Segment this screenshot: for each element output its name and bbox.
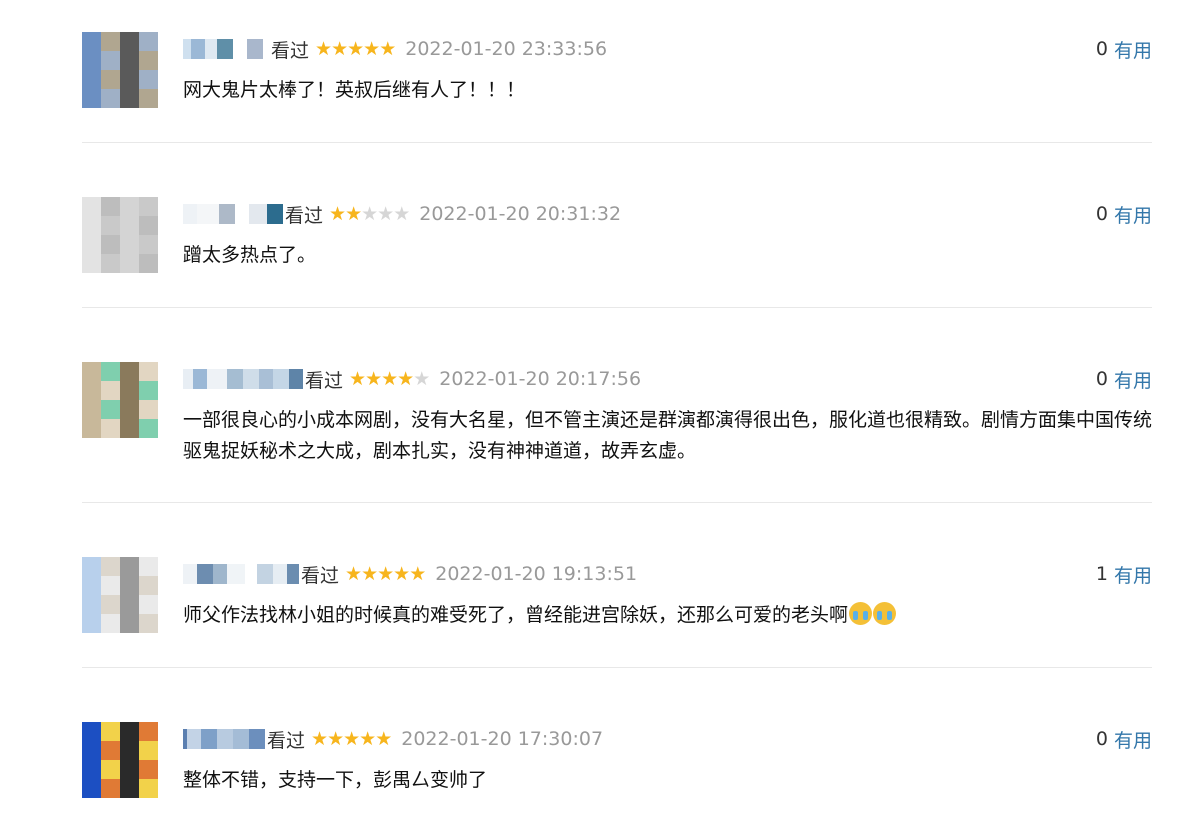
star-filled-icon: ★ [311,727,328,750]
comment-text: 师父作法找林小姐的时候真的难受死了，曾经能进宫除妖，还那么可爱的老头啊 [183,604,849,626]
loudly-crying-emoji-icon [873,602,897,625]
comment-item: 看过 ★ ★ ★ ★ ★ 2022-01-20 20:17:56 0 有用 一部很良心的… [82,362,1152,502]
divider [82,667,1152,668]
star-empty-icon: ★ [361,202,378,225]
comment-text: 一部很良心的小成本网剧，没有大名星，但不管主演还是群演都演得很出色，服化道也很精… [183,409,1153,462]
comment-item: 看过 ★ ★ ★ ★ ★ 2022-01-20 17:30:07 0 有用 整体不错，支… [82,722,1152,822]
star-filled-icon: ★ [393,562,410,585]
star-filled-icon: ★ [329,202,346,225]
star-filled-icon: ★ [361,562,378,585]
divider [82,502,1152,503]
rating-stars: ★ ★ ★ ★ ★ [329,202,410,225]
comment-meta: 看过 ★ ★ ★ ★ ★ 2022-01-20 23:33:56 [183,34,607,64]
divider [82,307,1152,308]
useful-button[interactable]: 有用 [1114,201,1152,228]
useful-count: 0 [1095,38,1108,60]
comment-content: 师父作法找林小姐的时候真的难受死了，曾经能进宫除妖，还那么可爱的老头啊 [183,600,1153,631]
rating-stars: ★ ★ ★ ★ ★ [345,562,426,585]
useful-count: 0 [1095,368,1108,390]
divider [82,142,1152,143]
star-filled-icon: ★ [363,37,380,60]
useful-vote: 0 有用 [1096,199,1152,229]
watch-status: 看过 [301,564,340,587]
comment-item: 看过 ★ ★ ★ ★ ★ 2022-01-20 20:31:32 0 有用 蹭太多热点了… [82,197,1152,307]
star-filled-icon: ★ [349,367,366,390]
comment-time: 2022-01-20 17:30:07 [401,728,604,750]
avatar[interactable] [82,722,158,798]
comment-text: 整体不错，支持一下，彭禺厶变帅了 [183,769,488,791]
star-filled-icon: ★ [377,562,394,585]
comment-meta: 看过 ★ ★ ★ ★ ★ 2022-01-20 20:17:56 [183,364,641,394]
comment-content: 蹭太多热点了。 [183,240,1153,271]
avatar[interactable] [82,557,158,633]
comment-meta: 看过 ★ ★ ★ ★ ★ 2022-01-20 19:13:51 [183,559,637,589]
useful-count: 0 [1095,728,1108,750]
comment-content: 一部很良心的小成本网剧，没有大名星，但不管主演还是群演都演得很出色，服化道也很精… [183,405,1153,467]
star-filled-icon: ★ [397,367,414,390]
useful-button[interactable]: 有用 [1114,726,1152,753]
star-empty-icon: ★ [413,367,430,390]
star-filled-icon: ★ [375,727,392,750]
watch-status: 看过 [305,369,344,392]
star-empty-icon: ★ [377,202,394,225]
star-filled-icon: ★ [331,37,348,60]
useful-button[interactable]: 有用 [1114,36,1152,63]
rating-stars: ★ ★ ★ ★ ★ [311,727,392,750]
star-filled-icon: ★ [359,727,376,750]
comment-text: 网大鬼片太棒了！英叔后继有人了！！！ [183,79,526,101]
star-filled-icon: ★ [409,562,426,585]
star-filled-icon: ★ [343,727,360,750]
watch-status: 看过 [285,204,324,227]
useful-button[interactable]: 有用 [1114,366,1152,393]
useful-vote: 0 有用 [1096,364,1152,394]
star-filled-icon: ★ [345,562,362,585]
username[interactable] [183,563,299,585]
comment-text: 蹭太多热点了。 [183,244,317,266]
star-filled-icon: ★ [347,37,364,60]
comment-time: 2022-01-20 20:31:32 [419,203,622,225]
avatar[interactable] [82,32,158,108]
useful-vote: 0 有用 [1096,34,1152,64]
star-empty-icon: ★ [393,202,410,225]
username[interactable] [183,728,265,750]
useful-count: 1 [1095,563,1108,585]
star-filled-icon: ★ [381,367,398,390]
watch-status: 看过 [267,729,306,752]
username[interactable] [183,38,263,60]
avatar[interactable] [82,197,158,273]
watch-status: 看过 [271,39,310,62]
rating-stars: ★ ★ ★ ★ ★ [315,37,396,60]
avatar[interactable] [82,362,158,438]
username[interactable] [183,368,303,390]
comment-item: 看过 ★ ★ ★ ★ ★ 2022-01-20 23:33:56 0 有用 网大鬼片太棒… [82,32,1152,142]
rating-stars: ★ ★ ★ ★ ★ [349,367,430,390]
useful-button[interactable]: 有用 [1114,561,1152,588]
comment-content: 网大鬼片太棒了！英叔后继有人了！！！ [183,75,1153,106]
star-filled-icon: ★ [379,37,396,60]
username[interactable] [183,203,283,225]
comment-time: 2022-01-20 20:17:56 [439,368,642,390]
comment-item: 看过 ★ ★ ★ ★ ★ 2022-01-20 19:13:51 1 有用 师父作法找林… [82,557,1152,667]
comment-meta: 看过 ★ ★ ★ ★ ★ 2022-01-20 20:31:32 [183,199,621,229]
comment-time: 2022-01-20 23:33:56 [405,38,608,60]
useful-count: 0 [1095,203,1108,225]
star-filled-icon: ★ [315,37,332,60]
loudly-crying-emoji-icon [849,602,873,625]
comment-content: 整体不错，支持一下，彭禺厶变帅了 [183,765,1153,796]
comment-meta: 看过 ★ ★ ★ ★ ★ 2022-01-20 17:30:07 [183,724,603,754]
star-filled-icon: ★ [327,727,344,750]
comment-list: 看过 ★ ★ ★ ★ ★ 2022-01-20 23:33:56 0 有用 网大鬼片太棒… [0,0,1200,823]
star-filled-icon: ★ [345,202,362,225]
useful-vote: 1 有用 [1096,559,1152,589]
comment-time: 2022-01-20 19:13:51 [435,563,638,585]
useful-vote: 0 有用 [1096,724,1152,754]
star-filled-icon: ★ [365,367,382,390]
